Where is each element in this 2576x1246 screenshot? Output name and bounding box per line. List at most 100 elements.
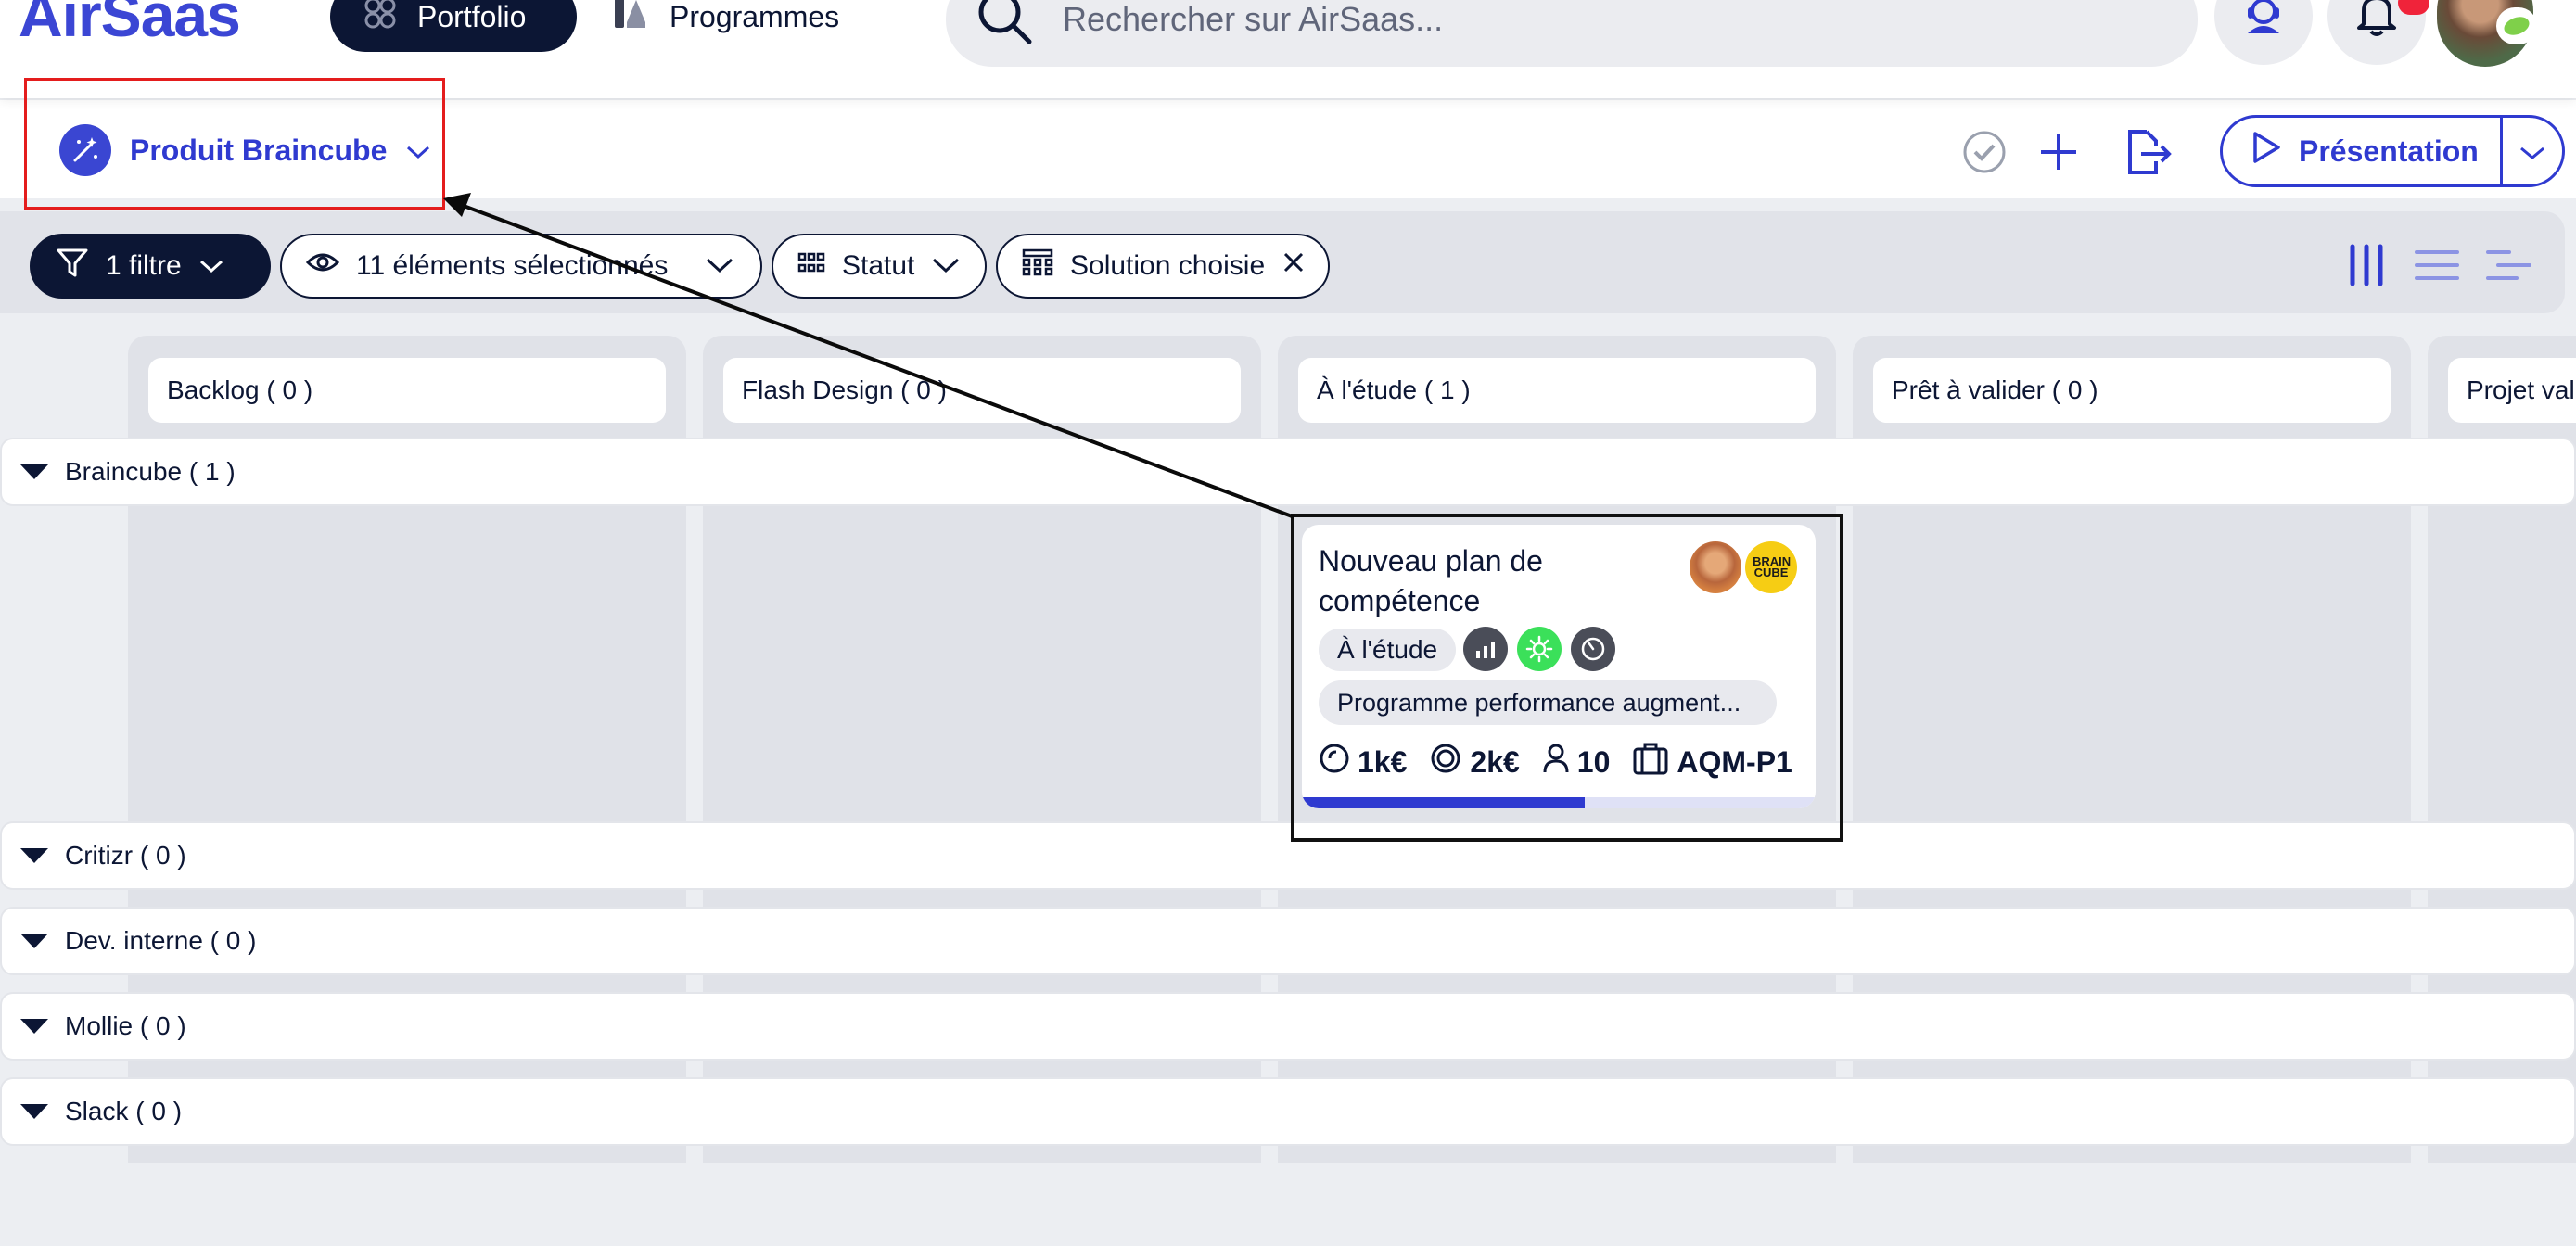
group-row-mollie[interactable]: Mollie ( 0 ) — [0, 992, 2576, 1061]
budget-value: 1k€ — [1358, 744, 1408, 779]
person-icon — [1542, 743, 1570, 782]
group-row-braincube[interactable]: Braincube ( 1 ) — [0, 438, 2576, 506]
column-header[interactable]: À l'étude ( 1 ) — [1298, 358, 1816, 423]
support-button[interactable] — [2214, 0, 2313, 65]
gantt-icon — [2485, 247, 2533, 288]
list-view-button[interactable] — [2409, 239, 2465, 295]
filter-label: 1 filtre — [106, 250, 182, 281]
support-icon — [2240, 0, 2287, 42]
check-icon — [1961, 129, 2008, 180]
airsaas-logo[interactable]: AirSaas — [19, 0, 241, 50]
collapse-triangle-icon — [20, 848, 48, 863]
group-label: Mollie ( 0 ) — [65, 1011, 186, 1040]
kanban-icon — [2345, 244, 2388, 291]
bell-icon — [2355, 0, 2398, 42]
presentation-label: Présentation — [2299, 134, 2479, 168]
top-bar: AirSaas Portfolio Programmes — [0, 0, 2576, 98]
collapse-triangle-icon — [20, 1019, 48, 1034]
export-icon — [2123, 128, 2173, 181]
kanban-view-button[interactable] — [2339, 239, 2394, 295]
group-row-dev-interne[interactable]: Dev. interne ( 0 ) — [0, 907, 2576, 975]
magic-wand-icon — [59, 124, 111, 176]
search-icon — [976, 0, 1035, 52]
braincube-logo: BRAIN CUBE — [1745, 541, 1797, 593]
budget-metric: 1k€ — [1319, 743, 1407, 782]
group-label: Dev. interne ( 0 ) — [65, 926, 257, 955]
group-row-slack[interactable]: Slack ( 0 ) — [0, 1077, 2576, 1146]
programmes-label: Programmes — [670, 0, 840, 33]
briefcase-icon — [1632, 742, 1669, 782]
chevron-down-icon — [405, 134, 431, 168]
collapse-triangle-icon — [20, 934, 48, 948]
eye-icon — [305, 248, 340, 284]
collapse-triangle-icon — [20, 464, 48, 479]
presentation-button[interactable]: Présentation — [2223, 118, 2503, 184]
gauge-icon[interactable] — [1571, 627, 1615, 671]
card-title[interactable]: Nouveau plan de compétence — [1319, 541, 1652, 621]
group-label: Slack ( 0 ) — [65, 1097, 183, 1125]
notifications-button[interactable] — [2327, 0, 2429, 65]
portfolio-icon — [362, 0, 399, 39]
filter-button[interactable]: 1 filtre — [30, 234, 271, 299]
project-card[interactable]: Nouveau plan de compétence BRAIN CUBE À … — [1302, 525, 1816, 808]
collapse-triangle-icon — [20, 1104, 48, 1119]
column-header[interactable]: Flash Design ( 0 ) — [723, 358, 1241, 423]
column-header[interactable]: Projet validé ( 0 ) — [2448, 358, 2576, 423]
solution-chip[interactable]: Solution choisie — [996, 234, 1330, 299]
project-code: AQM-P1 — [1677, 744, 1792, 779]
people-metric: 10 — [1542, 743, 1611, 782]
column-header[interactable]: Backlog ( 0 ) — [148, 358, 666, 423]
presentation-button-group: Présentation — [2220, 115, 2565, 187]
group-label: Braincube ( 1 ) — [65, 457, 236, 486]
export-button[interactable] — [2120, 126, 2175, 182]
context-bar: Produit Braincube Présentation — [0, 100, 2576, 198]
presentation-options-button[interactable] — [2503, 134, 2562, 169]
owner-avatar[interactable] — [1690, 541, 1741, 593]
list-icon — [2414, 247, 2460, 288]
card-metrics: 1k€ 2k€ 10 AQM-P1 — [1319, 736, 1804, 788]
search-input[interactable] — [1063, 0, 2083, 39]
play-icon — [2251, 130, 2282, 172]
chevron-down-icon — [2519, 134, 2546, 169]
columns-icon — [1022, 248, 1053, 284]
column-header[interactable]: Prêt à valider ( 0 ) — [1873, 358, 2391, 423]
check-button[interactable] — [1957, 126, 2012, 182]
leaf-badge-icon — [2496, 7, 2537, 44]
capex-value: 2k€ — [1470, 744, 1520, 779]
grid-icon — [797, 250, 825, 282]
product-selector-label: Produit Braincube — [130, 133, 388, 167]
weather-icon[interactable] — [1517, 627, 1562, 671]
coins-icon — [1429, 743, 1462, 782]
card-progress-bar — [1302, 797, 1816, 808]
programmes-icon — [612, 0, 649, 39]
plus-icon — [2037, 131, 2080, 178]
search-bar[interactable] — [946, 0, 2198, 67]
people-value: 10 — [1576, 744, 1611, 779]
selected-elements-label: 11 éléments sélectionnés — [356, 250, 669, 281]
product-selector[interactable]: Produit Braincube — [59, 122, 431, 178]
programmes-nav-link[interactable]: Programmes — [612, 0, 839, 44]
filter-bar: 1 filtre 11 éléments sélectionnés Statut… — [0, 211, 2565, 313]
status-chip[interactable]: À l'étude — [1319, 629, 1457, 671]
capex-metric: 2k€ — [1429, 743, 1520, 782]
close-icon[interactable] — [1282, 250, 1306, 282]
portfolio-nav-button[interactable]: Portfolio — [330, 0, 577, 52]
status-label: Statut — [842, 250, 915, 281]
filter-icon — [56, 246, 89, 286]
programme-chip[interactable]: Programme performance augment... — [1319, 680, 1777, 725]
status-group-dropdown[interactable]: Statut — [772, 234, 987, 299]
add-button[interactable] — [2031, 126, 2086, 182]
group-label: Critizr ( 0 ) — [65, 841, 186, 870]
chevron-down-icon — [705, 250, 734, 282]
notification-badge — [2398, 0, 2429, 15]
chevron-down-icon — [931, 250, 961, 282]
gantt-view-button[interactable] — [2481, 239, 2537, 295]
chart-icon[interactable] — [1463, 627, 1508, 671]
group-row-critizr[interactable]: Critizr ( 0 ) — [0, 821, 2576, 890]
chevron-down-icon — [198, 250, 224, 282]
coin-icon — [1319, 743, 1350, 782]
code-metric: AQM-P1 — [1632, 742, 1792, 782]
portfolio-label: Portfolio — [417, 0, 527, 33]
user-avatar[interactable] — [2437, 0, 2537, 67]
selected-elements-dropdown[interactable]: 11 éléments sélectionnés — [280, 234, 762, 299]
